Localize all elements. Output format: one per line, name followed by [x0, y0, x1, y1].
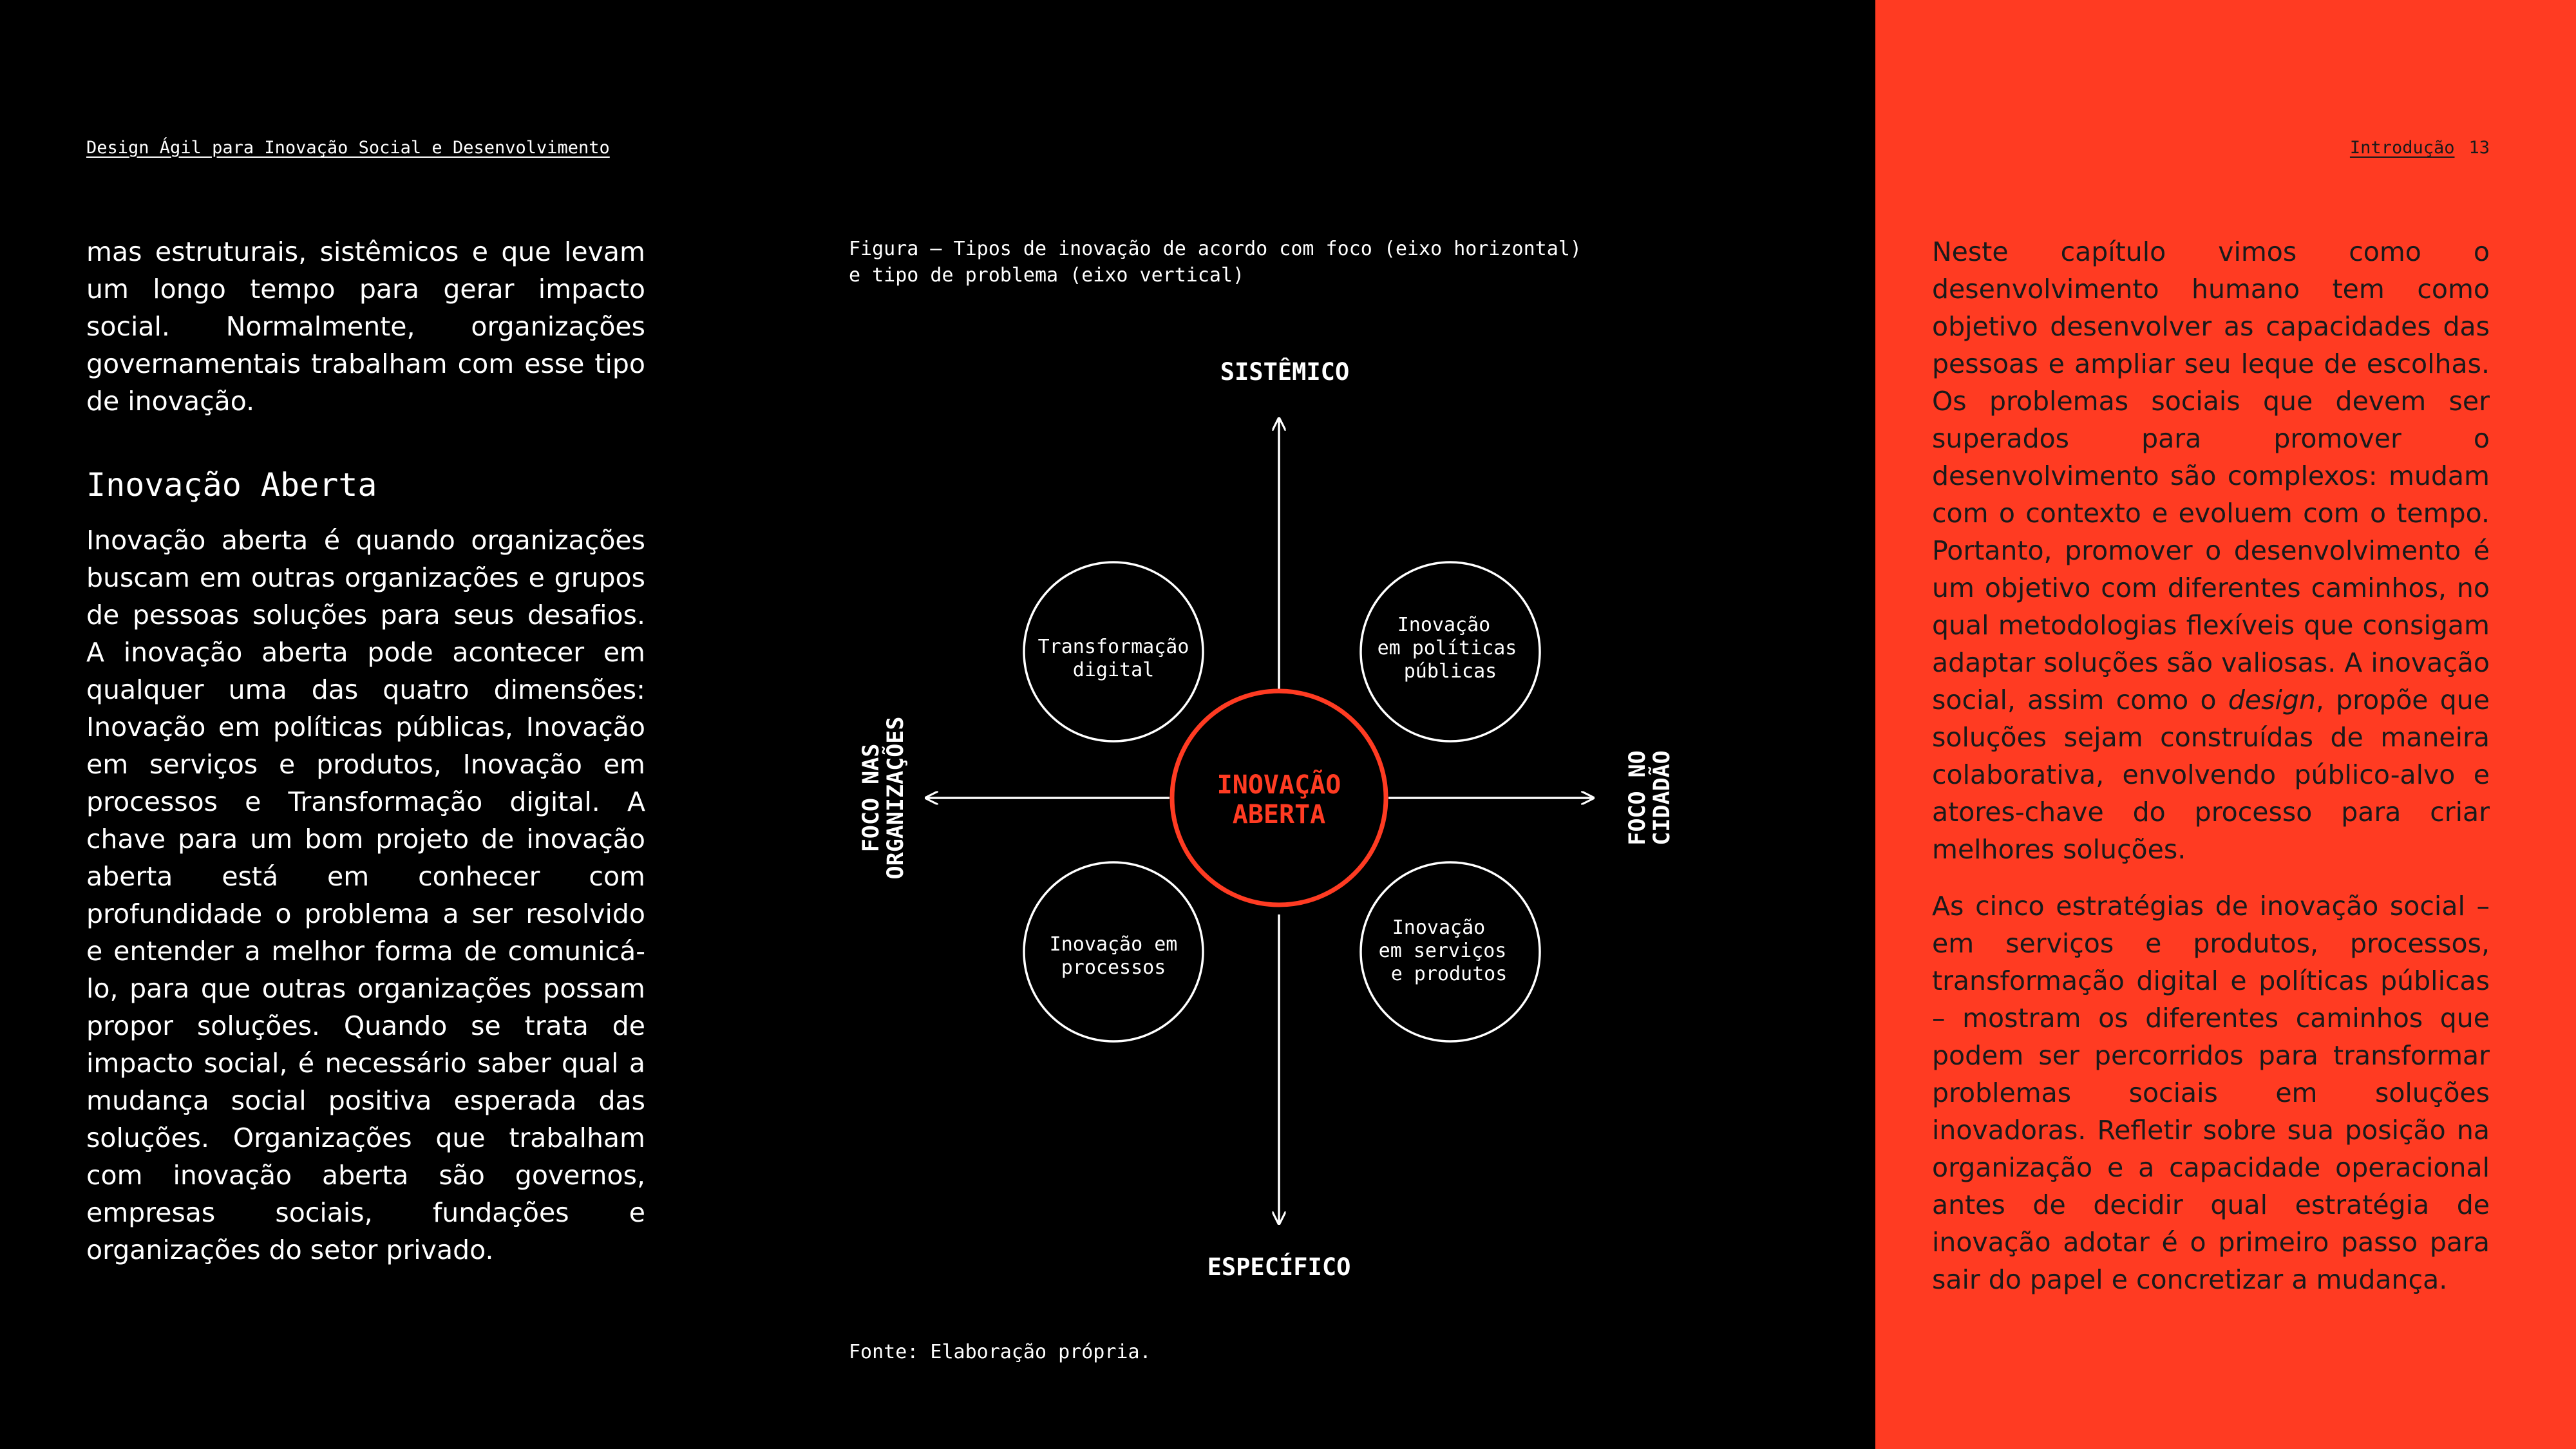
top-right-label-line2: em políticas [1378, 637, 1517, 659]
bottom-right-label-line2: em serviços [1379, 940, 1507, 962]
book-title-header[interactable]: Design Ágil para Inovação Social e Desen… [86, 138, 610, 158]
axis-label-top: SISTÊMICO [1220, 357, 1349, 386]
left-column: mas estruturais, sistêmicos e que levam … [86, 233, 645, 1269]
left-paragraph-2: Inovação aberta é quando organizações bu… [86, 525, 645, 1265]
axis-label-right-line1: FOCO NO [1625, 750, 1651, 846]
top-right-label-line1: Inovação [1397, 614, 1491, 636]
page-number: 13 [2468, 138, 2490, 158]
top-left-label-line1: Transformação [1038, 636, 1189, 658]
center-label-line1: INOVAÇÃO [1217, 769, 1341, 800]
bottom-left-label-line1: Inovação em [1050, 933, 1178, 956]
bottom-right-label-line1: Inovação [1392, 916, 1486, 939]
axis-label-left-line1: FOCO NAS [858, 744, 884, 853]
axis-label-right: FOCO NO CIDADÃO [1625, 750, 1675, 846]
left-paragraph-1: mas estruturais, sistêmicos e que levam … [86, 236, 645, 417]
left-page: Design Ágil para Inovação Social e Desen… [0, 0, 1875, 1449]
section-heading: Inovação Aberta [86, 466, 377, 504]
figure-caption: Figura – Tipos de inovação de acordo com… [849, 238, 1582, 287]
figure-source: Fonte: Elaboração própria. [849, 1341, 1151, 1363]
top-left-label-line2: digital [1073, 659, 1154, 681]
bottom-left-label-line2: processos [1061, 956, 1166, 979]
right-paragraph-1-part-a: Neste capítulo vimos como o desenvolvime… [1932, 236, 2490, 715]
right-paragraph-2: As cinco estratégias de inovação social … [1932, 891, 2490, 1295]
section-header: Introdução 13 [2350, 138, 2490, 158]
right-paragraph-1: Neste capítulo vimos como o desenvolvime… [1932, 233, 2490, 868]
innovation-diagram: SISTÊMICO ESPECÍFICO FOCO NAS ORGANIZAÇÕ… [831, 348, 1707, 1288]
axis-label-right-line2: CIDADÃO [1648, 750, 1675, 846]
center-label-line2: ABERTA [1233, 800, 1326, 829]
axis-label-left-line2: ORGANIZAÇÕES [882, 717, 909, 880]
design-emphasis: design [2228, 685, 2316, 715]
section-link[interactable]: Introdução [2350, 138, 2455, 158]
right-column: Neste capítulo vimos como o desenvolvime… [1932, 233, 2490, 1298]
axis-label-left: FOCO NAS ORGANIZAÇÕES [858, 717, 909, 880]
top-right-label-line3: públicas [1404, 660, 1497, 683]
bottom-right-label-line3: e produtos [1391, 963, 1508, 985]
axis-label-bottom: ESPECÍFICO [1208, 1253, 1351, 1281]
